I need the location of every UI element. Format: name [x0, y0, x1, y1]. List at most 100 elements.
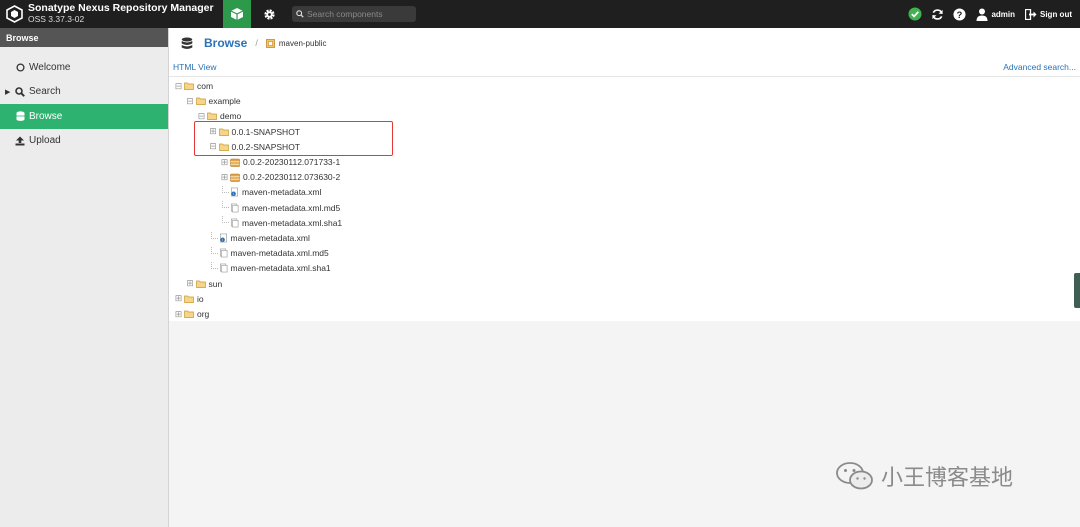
tree-file-row[interactable]: maven-metadata.xml.sha1 — [220, 216, 342, 230]
breadcrumb-separator: / — [255, 38, 258, 48]
tree-file-row[interactable]: i maven-metadata.xml — [209, 231, 310, 245]
tree-node-label: example — [208, 96, 241, 107]
caret-right-icon[interactable]: ▶ — [5, 88, 10, 96]
file-icon — [230, 218, 242, 228]
svg-text:?: ? — [957, 9, 963, 19]
tree-node-label: demo — [220, 111, 242, 122]
upload-icon — [15, 136, 25, 146]
expand-icon[interactable]: ⊞ — [174, 309, 183, 319]
collapse-icon[interactable]: ⊟ — [197, 111, 206, 121]
tree-node-label: sun — [208, 278, 223, 289]
file-icon — [219, 248, 231, 258]
sidebar: Browse Welcome ▶ Search Browse Upload — [0, 28, 169, 527]
sidebar-item-search[interactable]: ▶ Search — [0, 80, 168, 105]
tree-connector — [222, 201, 229, 209]
tree-node-label: io — [197, 293, 204, 304]
tree-node-label: com — [197, 81, 214, 91]
file-icon — [230, 203, 242, 213]
app-title-block: Sonatype Nexus Repository Manager OSS 3.… — [28, 3, 214, 25]
file-icon — [219, 263, 231, 273]
collapse-icon[interactable]: ⊟ — [186, 96, 195, 106]
breadcrumb: Browse / maven-public — [169, 28, 1080, 58]
search-icon — [15, 86, 25, 97]
tree-folder-row[interactable]: ⊞ io — [174, 292, 204, 306]
tree-folder-row[interactable]: ⊟ example — [186, 94, 241, 108]
tree-folder-row[interactable]: ⊞ sun — [186, 277, 223, 291]
folder-icon — [195, 280, 209, 288]
tree-connector — [222, 216, 229, 224]
sign-out-label: Sign out — [1040, 9, 1072, 19]
breadcrumb-repo: maven-public — [265, 38, 327, 48]
tree-file-row[interactable]: maven-metadata.xml.sha1 — [209, 261, 331, 275]
sidebar-item-welcome[interactable]: Welcome — [0, 55, 168, 80]
tree-node-label: 0.0.2-20230112.073630-2 — [243, 172, 341, 183]
breadcrumb-repo-label: maven-public — [278, 38, 327, 48]
search-input[interactable] — [307, 9, 413, 19]
component-search[interactable] — [292, 6, 416, 22]
search-icon — [296, 10, 304, 18]
tree-file-row[interactable]: maven-metadata.xml.md5 — [220, 201, 340, 215]
tree-node-label: 0.0.2-20230112.071733-1 — [243, 157, 341, 167]
tree-folder-row[interactable]: ⊟ com — [174, 79, 213, 93]
sidebar-header: Browse — [0, 28, 168, 47]
folder-open-icon — [195, 97, 209, 106]
tree-component-row[interactable]: ⊞ 0.0.2-20230112.071733-1 — [220, 155, 341, 169]
html-view-link[interactable]: HTML View — [173, 62, 216, 72]
refresh-icon — [932, 8, 943, 20]
expand-icon[interactable]: ⊞ — [220, 172, 229, 182]
app-version: OSS 3.37.3-02 — [28, 14, 85, 24]
sign-out-icon — [1025, 8, 1037, 20]
status-button[interactable] — [904, 0, 926, 28]
expand-icon[interactable]: ⊞ — [186, 279, 195, 288]
watermark-text: 小王博客基地 — [881, 466, 1014, 491]
database-icon — [15, 111, 25, 122]
circle-icon — [15, 63, 25, 72]
tree-component-row[interactable]: ⊞ 0.0.2-20230112.073630-2 — [220, 170, 341, 184]
sidebar-item-browse[interactable]: Browse — [0, 104, 168, 129]
database-icon — [181, 37, 193, 49]
browse-panel: HTML View Advanced search... ⊟ com ⊟ exampl… — [169, 58, 1080, 321]
tree-node-label: maven-metadata.xml.md5 — [242, 202, 341, 213]
sign-out-button[interactable]: Sign out — [1025, 8, 1072, 20]
topbar-right: ? admin Sign out — [904, 0, 1072, 28]
advanced-search-link[interactable]: Advanced search... — [1003, 62, 1076, 72]
sidebar-item-label: Upload — [29, 135, 61, 147]
component-icon — [230, 158, 243, 167]
side-scroll-handle[interactable] — [1074, 273, 1080, 308]
cube-icon — [230, 8, 244, 20]
tree-node-label: maven-metadata.xml.md5 — [230, 248, 329, 259]
tree-file-row[interactable]: maven-metadata.xml.md5 — [209, 246, 329, 260]
watermark: 小王博客基地 — [835, 460, 1013, 492]
wechat-logo-icon — [836, 462, 873, 490]
nexus-logo-icon[interactable] — [6, 5, 23, 23]
sidebar-item-label: Search — [29, 86, 61, 98]
sidebar-item-label: Welcome — [29, 61, 71, 73]
folder-open-icon — [184, 82, 197, 90]
admin-mode-button[interactable] — [255, 0, 283, 28]
tree-node-label: maven-metadata.xml.sha1 — [230, 263, 331, 274]
breadcrumb-browse-link[interactable]: Browse — [204, 36, 247, 50]
tree-folder-row[interactable]: ⊞ org — [174, 307, 210, 321]
expand-icon[interactable]: ⊞ — [174, 294, 183, 303]
tree-node-label: maven-metadata.xml.sha1 — [242, 217, 343, 228]
user-menu[interactable]: admin — [976, 8, 1015, 21]
sidebar-item-upload[interactable]: Upload — [0, 129, 168, 154]
sidebar-item-label: Browse — [29, 110, 63, 122]
tree-file-row[interactable]: i maven-metadata.xml — [220, 185, 321, 199]
tree-connector — [210, 261, 218, 269]
tree-node-label: maven-metadata.xml — [230, 233, 310, 243]
browse-toolbar: HTML View Advanced search... — [169, 58, 1080, 77]
highlight-box — [194, 121, 393, 156]
help-icon: ? — [953, 7, 966, 21]
user-icon — [976, 8, 988, 21]
folder-open-icon — [207, 112, 220, 121]
help-button[interactable]: ? — [948, 0, 970, 28]
collapse-icon[interactable]: ⊟ — [174, 81, 183, 91]
refresh-button[interactable] — [926, 0, 948, 28]
folder-icon — [184, 295, 197, 303]
top-bar: Sonatype Nexus Repository Manager OSS 3.… — [0, 0, 1080, 28]
browse-mode-button[interactable] — [223, 0, 251, 28]
expand-icon[interactable]: ⊞ — [220, 157, 229, 167]
metadata-file-icon: i — [230, 187, 242, 197]
gear-icon — [263, 8, 275, 20]
